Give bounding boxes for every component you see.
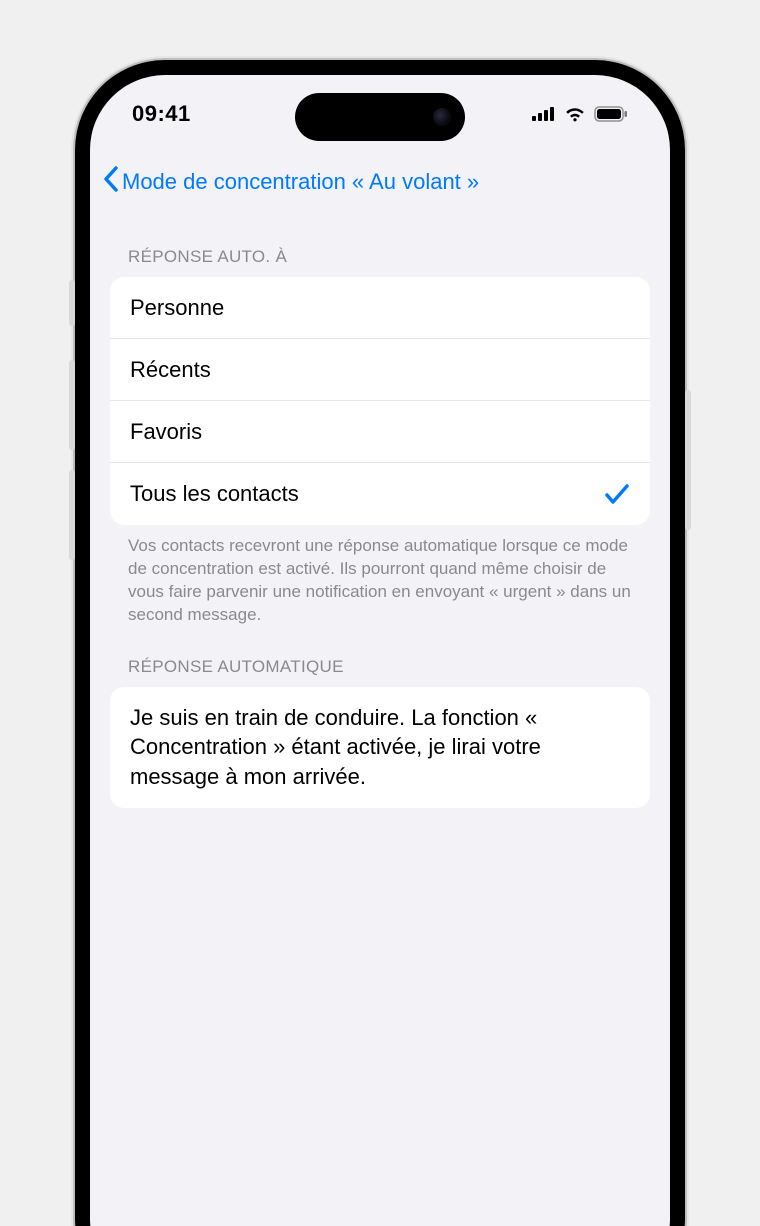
back-button[interactable]: Mode de concentration « Au volant » bbox=[102, 165, 479, 199]
status-time: 09:41 bbox=[132, 101, 191, 127]
content: RÉPONSE AUTO. À Personne Récents Favoris… bbox=[90, 225, 670, 1226]
wifi-icon bbox=[564, 106, 586, 122]
nav-bar: Mode de concentration « Au volant » bbox=[90, 153, 670, 211]
iphone-frame: 09:41 bbox=[75, 60, 685, 1226]
option-label: Favoris bbox=[130, 419, 202, 445]
option-personne[interactable]: Personne bbox=[110, 277, 650, 339]
chevron-left-icon bbox=[102, 165, 122, 199]
option-tous-les-contacts[interactable]: Tous les contacts bbox=[110, 463, 650, 525]
option-favoris[interactable]: Favoris bbox=[110, 401, 650, 463]
volume-down-button bbox=[69, 470, 75, 560]
option-label: Tous les contacts bbox=[130, 481, 299, 507]
option-recents[interactable]: Récents bbox=[110, 339, 650, 401]
silent-switch bbox=[69, 280, 75, 326]
status-indicators bbox=[532, 106, 628, 122]
screen: 09:41 bbox=[90, 75, 670, 1226]
section-footer-reply-to: Vos contacts recevront une réponse autom… bbox=[110, 525, 650, 635]
cellular-icon bbox=[532, 107, 556, 121]
reply-to-group: Personne Récents Favoris Tous les contac… bbox=[110, 277, 650, 525]
volume-up-button bbox=[69, 360, 75, 450]
section-header-reply-to: RÉPONSE AUTO. À bbox=[110, 225, 650, 277]
auto-reply-message[interactable]: Je suis en train de conduire. La fonctio… bbox=[110, 687, 650, 808]
battery-icon bbox=[594, 106, 628, 122]
back-label: Mode de concentration « Au volant » bbox=[122, 169, 479, 195]
dynamic-island bbox=[295, 93, 465, 141]
side-button bbox=[685, 390, 691, 530]
option-label: Récents bbox=[130, 357, 211, 383]
camera-lens bbox=[433, 108, 451, 126]
option-label: Personne bbox=[130, 295, 224, 321]
stage: 09:41 bbox=[0, 0, 760, 1226]
section-header-auto-reply: RÉPONSE AUTOMATIQUE bbox=[110, 635, 650, 687]
checkmark-icon bbox=[604, 482, 630, 506]
